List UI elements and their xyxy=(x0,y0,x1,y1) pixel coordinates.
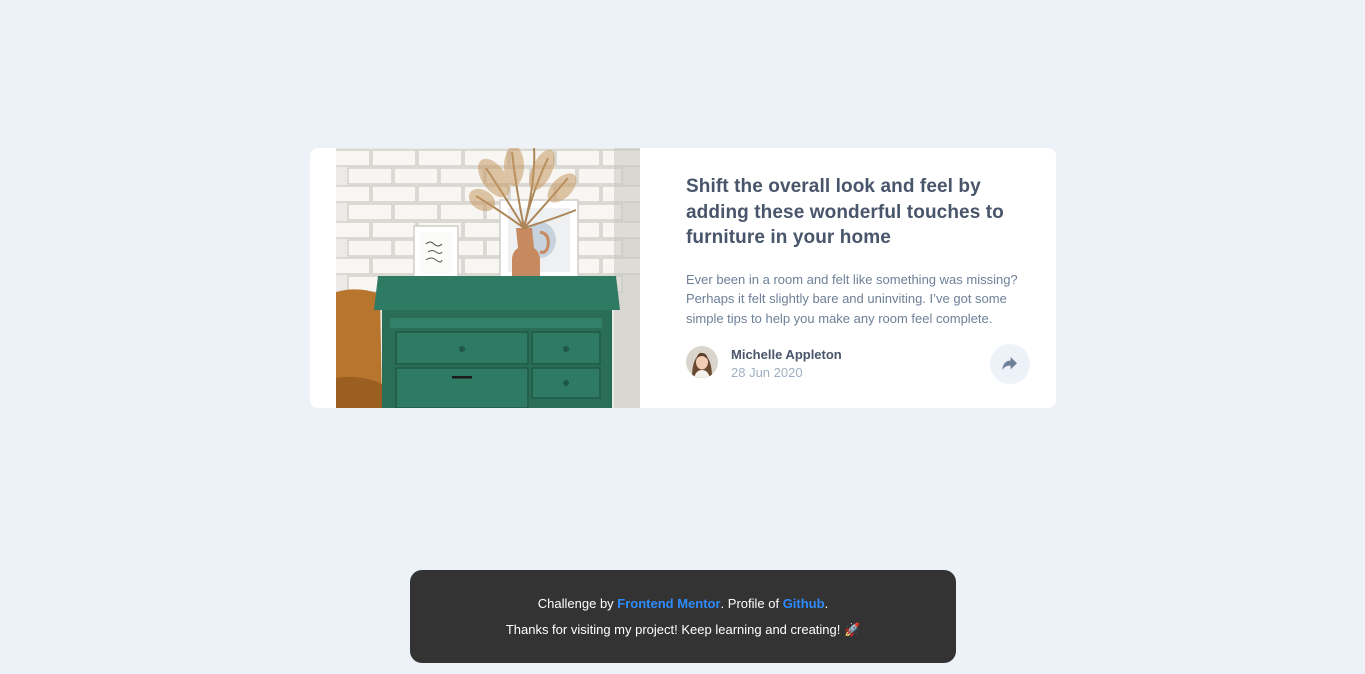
attribution-line: Challenge by Frontend Mentor. Profile of… xyxy=(410,596,956,611)
article-preview-card: Shift the overall look and feel by addin… xyxy=(310,148,1056,408)
thanks-message: Thanks for visiting my project! Keep lea… xyxy=(505,622,861,637)
attribution-prefix: Challenge by xyxy=(537,596,618,611)
author-row: Michelle Appleton 28 Jun 2020 xyxy=(686,344,1030,384)
article-excerpt: Ever been in a room and felt like someth… xyxy=(686,271,1018,326)
share-button[interactable] xyxy=(990,344,1030,384)
share-icon xyxy=(1002,357,1017,370)
article-headline[interactable]: Shift the overall look and feel by addin… xyxy=(686,174,1026,251)
github-link[interactable]: Github xyxy=(783,596,825,611)
avatar xyxy=(686,346,718,378)
drawers-image xyxy=(336,148,640,408)
attribution-suffix: . xyxy=(824,596,829,611)
frontend-mentor-link[interactable]: Frontend Mentor xyxy=(617,596,720,611)
attribution-middle: . Profile of xyxy=(720,596,783,611)
page: Shift the overall look and feel by addin… xyxy=(0,0,1365,674)
author-name: Michelle Appleton xyxy=(731,347,842,362)
publish-date: 28 Jun 2020 xyxy=(731,365,803,380)
attribution-box: Challenge by Frontend Mentor. Profile of… xyxy=(410,570,956,663)
card-content: Shift the overall look and feel by addin… xyxy=(686,174,1026,328)
